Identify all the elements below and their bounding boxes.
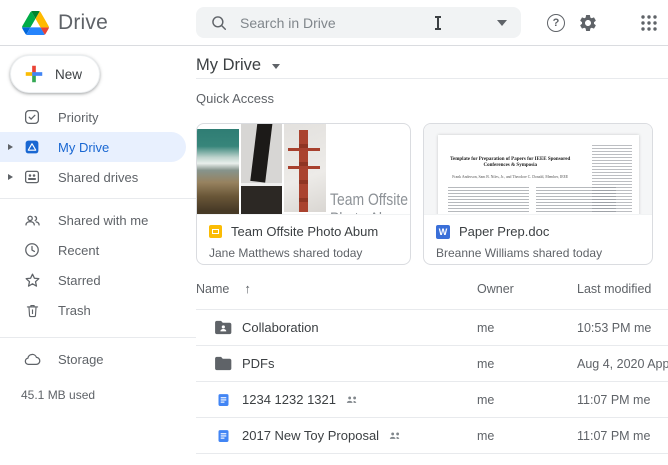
sidebar-item-shared-with-me[interactable]: Shared with me [0,205,196,235]
file-table-header: Name ↑ Owner Last modified [196,265,668,310]
text-cursor-icon [437,16,439,30]
sidebar-item-label: Recent [58,243,99,258]
document-side-column [592,145,632,215]
file-owner: me [477,393,577,407]
card-subtitle: Breanne Williams shared today [436,246,640,260]
location-title[interactable]: My Drive [196,56,261,75]
sidebar-item-label: Shared with me [58,213,148,228]
sidebar-item-label: Shared drives [58,170,138,185]
document-preview-authors: Frank Anderson, Sam B. Niles, Jr., and T… [448,175,572,179]
file-name: 2017 New Toy Proposal [242,428,379,443]
sidebar-item-storage[interactable]: Storage [0,344,196,374]
sidebar-item-label: My Drive [58,140,109,155]
file-modified: 11:07 PM me [577,393,668,407]
search-icon [210,14,228,32]
ocean-photo [197,129,239,215]
help-icon[interactable]: ? [547,14,565,32]
priority-check-icon [22,108,42,126]
topbar-actions: ? [547,0,658,45]
hiker-photo [241,124,282,215]
sidebar-item-starred[interactable]: Starred [0,265,196,295]
new-button-label: New [55,67,82,82]
cloud-icon [22,350,42,369]
quick-access-card-paper-prep[interactable]: Template for Preparation of Papers for I… [423,123,653,265]
sidebar-item-my-drive[interactable]: My Drive [0,132,186,162]
thumbnail-title-text: Team Offsite Photo Abum [330,190,408,215]
storage-used-text: 45.1 MB used [21,388,196,402]
table-row-pdfs[interactable]: PDFs me Aug 4, 2020 Apps Se [196,346,668,382]
slides-file-icon [209,225,222,238]
sidebar-divider [0,198,196,199]
document-page-preview: Template for Preparation of Papers for I… [438,135,639,215]
document-preview-title: Template for Preparation of Papers for I… [448,157,572,169]
file-name: Collaboration [242,320,319,335]
sidebar-item-shared-drives[interactable]: Shared drives [0,162,196,192]
card-title: Paper Prep.doc [459,224,549,239]
main-content: My Drive Quick Access Team Offsite Photo… [196,46,668,465]
file-modified: 10:53 PM me [577,321,668,335]
file-modified: Aug 4, 2020 Apps Se [577,357,668,371]
shared-folder-icon [213,319,233,336]
sort-ascending-icon[interactable]: ↑ [244,281,251,296]
file-modified: 11:07 PM me [577,429,668,443]
google-docs-icon [213,392,233,408]
shared-with-me-icon [22,211,42,230]
chevron-down-icon[interactable] [272,64,280,69]
sidebar-item-label: Trash [58,303,91,318]
table-row-2017-new-toy-proposal[interactable]: 2017 New Toy Proposal me 11:07 PM me [196,418,668,454]
file-owner: me [477,429,577,443]
folder-icon [213,355,233,372]
quick-access-cards: Team Offsite Photo Abum Team Offsite Pho… [196,123,668,265]
plus-icon [23,63,45,85]
file-owner: me [477,357,577,371]
quick-access-heading: Quick Access [196,91,668,106]
search-options-caret-icon[interactable] [497,20,507,26]
card-title: Team Offsite Photo Abum [231,224,378,239]
sidebar-divider [0,337,196,338]
table-row-1234-1232-1321[interactable]: 1234 1232 1321 me 11:07 PM me [196,382,668,418]
shared-drives-icon [22,168,42,186]
expand-caret-icon[interactable] [8,144,13,150]
card-thumbnail: Team Offsite Photo Abum [197,124,410,215]
column-header-modified[interactable]: Last modified [577,282,668,296]
search-input[interactable] [240,15,489,31]
location-bar: My Drive [196,46,668,79]
trash-icon [22,302,42,319]
table-row-collaboration[interactable]: Collaboration me 10:53 PM me [196,310,668,346]
settings-gear-icon[interactable] [578,13,598,33]
drive-logo[interactable]: Drive [0,11,196,35]
column-header-owner[interactable]: Owner [477,282,577,296]
column-header-name[interactable]: Name [196,282,229,296]
app-header: Drive ? [0,0,668,46]
my-drive-icon [22,138,42,156]
shared-people-icon [388,431,402,441]
expand-caret-icon[interactable] [8,174,13,180]
file-name: 1234 1232 1321 [242,392,336,407]
storage-label: Storage [58,352,104,367]
shared-people-icon [345,395,359,405]
sidebar-item-label: Starred [58,273,101,288]
drive-triangle-icon [22,11,49,35]
star-icon [22,271,42,290]
sidebar-item-recent[interactable]: Recent [0,235,196,265]
word-file-icon: W [436,225,450,239]
card-thumbnail: Template for Preparation of Papers for I… [424,124,652,215]
app-title: Drive [58,11,108,35]
file-name: PDFs [242,356,275,371]
apps-grid-icon[interactable] [640,14,658,32]
google-docs-icon [213,428,233,444]
sidebar-item-label: Priority [58,110,98,125]
clock-icon [22,241,42,259]
quick-access-card-team-offsite[interactable]: Team Offsite Photo Abum Team Offsite Pho… [196,123,411,265]
sidebar-item-priority[interactable]: Priority [0,102,196,132]
sidebar-item-trash[interactable]: Trash [0,295,196,325]
sidebar: New Priority [0,46,196,465]
search-bar[interactable] [196,7,521,38]
bridge-photo [284,124,326,212]
file-owner: me [477,321,577,335]
new-button[interactable]: New [10,55,100,93]
card-subtitle: Jane Matthews shared today [209,246,398,260]
